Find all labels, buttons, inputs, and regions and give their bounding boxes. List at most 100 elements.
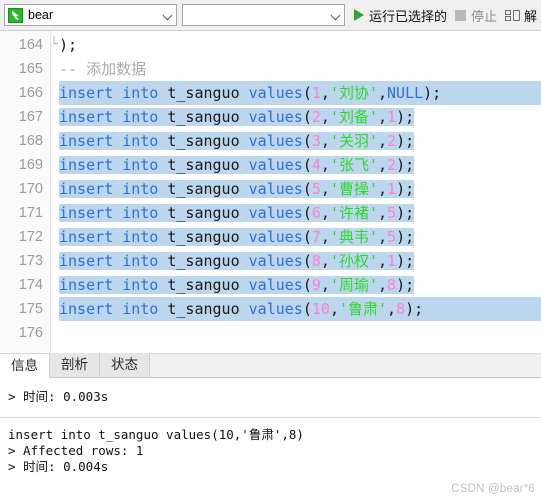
code-token: , — [378, 180, 388, 198]
code-tokens: insert into t_sanguo values(3,'关羽',2); — [59, 132, 415, 150]
code-line[interactable]: 174 insert into t_sanguo values(9,'周瑜',8)… — [0, 273, 541, 297]
code-token: , — [320, 276, 330, 294]
code-fold-marker — [50, 129, 59, 153]
code-line[interactable]: 167 insert into t_sanguo values(2,'刘备',1)… — [0, 105, 541, 129]
code-tokens: ); — [59, 36, 77, 54]
code-tokens: insert into t_sanguo values(2,'刘备',1); — [59, 108, 415, 126]
code-token: insert — [59, 132, 114, 150]
code-token: t_sanguo — [167, 228, 240, 246]
code-token: , — [320, 180, 330, 198]
code-token: into — [122, 252, 159, 270]
code-line-text: -- 添加数据 — [59, 57, 541, 81]
code-token: insert — [59, 252, 114, 270]
code-token: values — [248, 156, 303, 174]
code-token: , — [320, 108, 330, 126]
code-line[interactable]: 170 insert into t_sanguo values(5,'曹操',1)… — [0, 177, 541, 201]
code-line-text: insert into t_sanguo values(5,'曹操',1); — [59, 177, 541, 201]
code-token: ( — [302, 156, 312, 174]
code-line[interactable]: 173 insert into t_sanguo values(8,'孙权',1)… — [0, 249, 541, 273]
code-token: ( — [302, 228, 312, 246]
code-line-text: insert into t_sanguo values(2,'刘备',1); — [59, 105, 541, 129]
code-fold-marker — [50, 177, 59, 201]
output-line: > Affected rows: 1 — [8, 443, 144, 458]
code-fold-marker — [50, 57, 59, 81]
code-token: , — [320, 156, 330, 174]
database-select[interactable] — [182, 4, 345, 26]
code-token: into — [122, 180, 159, 198]
code-tokens: insert into t_sanguo values(4,'张飞',2); — [59, 156, 415, 174]
stop-square-icon — [454, 9, 466, 21]
sql-editor[interactable]: 164 └); 165 -- 添加数据 166 insert into t_sanguo … — [0, 31, 541, 354]
chevron-down-icon[interactable] — [162, 9, 174, 21]
code-token: , — [320, 228, 330, 246]
code-token: 8 — [387, 276, 397, 294]
results-tab[interactable]: 信息 — [0, 354, 50, 378]
code-token: 2 — [387, 156, 397, 174]
code-token: insert — [59, 204, 114, 222]
code-fold-marker — [50, 321, 59, 345]
code-line-text: insert into t_sanguo values(10,'鲁肃',8); — [59, 297, 541, 321]
code-line-text: insert into t_sanguo values(4,'张飞',2); — [59, 153, 541, 177]
code-token: into — [122, 108, 159, 126]
results-tab[interactable]: 剖析 — [50, 353, 100, 377]
connection-select[interactable]: bear — [4, 4, 178, 26]
line-number: 167 — [18, 109, 43, 125]
code-line[interactable]: 176 — [0, 321, 541, 345]
code-line-text: ); — [59, 33, 541, 57]
results-tab[interactable]: 状态 — [100, 353, 150, 377]
code-token: into — [122, 132, 159, 150]
watermark: CSDN @bear*6 — [451, 483, 535, 495]
run-selected-button[interactable]: 运行已选择的 — [350, 3, 451, 27]
output-console[interactable]: insert into t_sanguo values(10,'鲁肃',8) > … — [0, 418, 541, 475]
results-tabstrip[interactable]: 信息 剖析 状态 — [0, 353, 541, 378]
stop-button[interactable]: 停止 — [451, 3, 501, 27]
code-token: ( — [302, 276, 312, 294]
run-selected-label: 运行已选择的 — [368, 8, 447, 24]
connection-value: bear — [28, 8, 54, 22]
code-token: ); — [396, 204, 415, 222]
line-number: 166 — [18, 85, 43, 101]
code-token: t_sanguo — [167, 84, 240, 102]
code-token: , — [320, 252, 330, 270]
code-line-text: insert into t_sanguo values(9,'周瑜',8); — [59, 273, 541, 297]
explain-button[interactable]: 解 — [501, 3, 541, 27]
code-line[interactable]: 166 insert into t_sanguo values(1,'刘协',NU… — [0, 81, 541, 105]
code-token: , — [378, 108, 388, 126]
code-token: ( — [302, 204, 312, 222]
code-fold-marker — [50, 105, 59, 129]
code-token: 9 — [311, 276, 321, 294]
code-token: '关羽' — [329, 132, 378, 150]
chevron-down-icon[interactable] — [330, 9, 342, 21]
code-token: , — [387, 300, 397, 318]
code-token: , — [378, 204, 388, 222]
line-number: 164 — [18, 37, 43, 53]
code-token: insert — [59, 276, 114, 294]
code-line[interactable]: 172 insert into t_sanguo values(7,'典韦',5)… — [0, 225, 541, 249]
code-token: values — [248, 252, 303, 270]
code-token: 1 — [387, 180, 397, 198]
code-line[interactable]: 175 insert into t_sanguo values(10,'鲁肃',8… — [0, 297, 541, 321]
code-line[interactable]: 169 insert into t_sanguo values(4,'张飞',2)… — [0, 153, 541, 177]
code-fold-marker[interactable]: └ — [50, 33, 59, 57]
code-token: '许褚' — [329, 204, 378, 222]
code-lines[interactable]: 164 └); 165 -- 添加数据 166 insert into t_sanguo … — [0, 31, 541, 345]
code-token: t_sanguo — [167, 276, 240, 294]
code-line[interactable]: 168 insert into t_sanguo values(3,'关羽',2)… — [0, 129, 541, 153]
line-number: 171 — [18, 205, 43, 221]
code-fold-marker — [50, 273, 59, 297]
code-token: values — [248, 204, 303, 222]
code-token: -- 添加数据 — [59, 60, 147, 78]
code-token: 1 — [311, 84, 321, 102]
code-token: , — [378, 228, 388, 246]
code-line[interactable]: 164 └); — [0, 33, 541, 57]
code-fold-marker — [50, 249, 59, 273]
code-token: '曹操' — [329, 180, 378, 198]
code-line[interactable]: 171 insert into t_sanguo values(6,'许褚',5)… — [0, 201, 541, 225]
code-line[interactable]: 165 -- 添加数据 — [0, 57, 541, 81]
